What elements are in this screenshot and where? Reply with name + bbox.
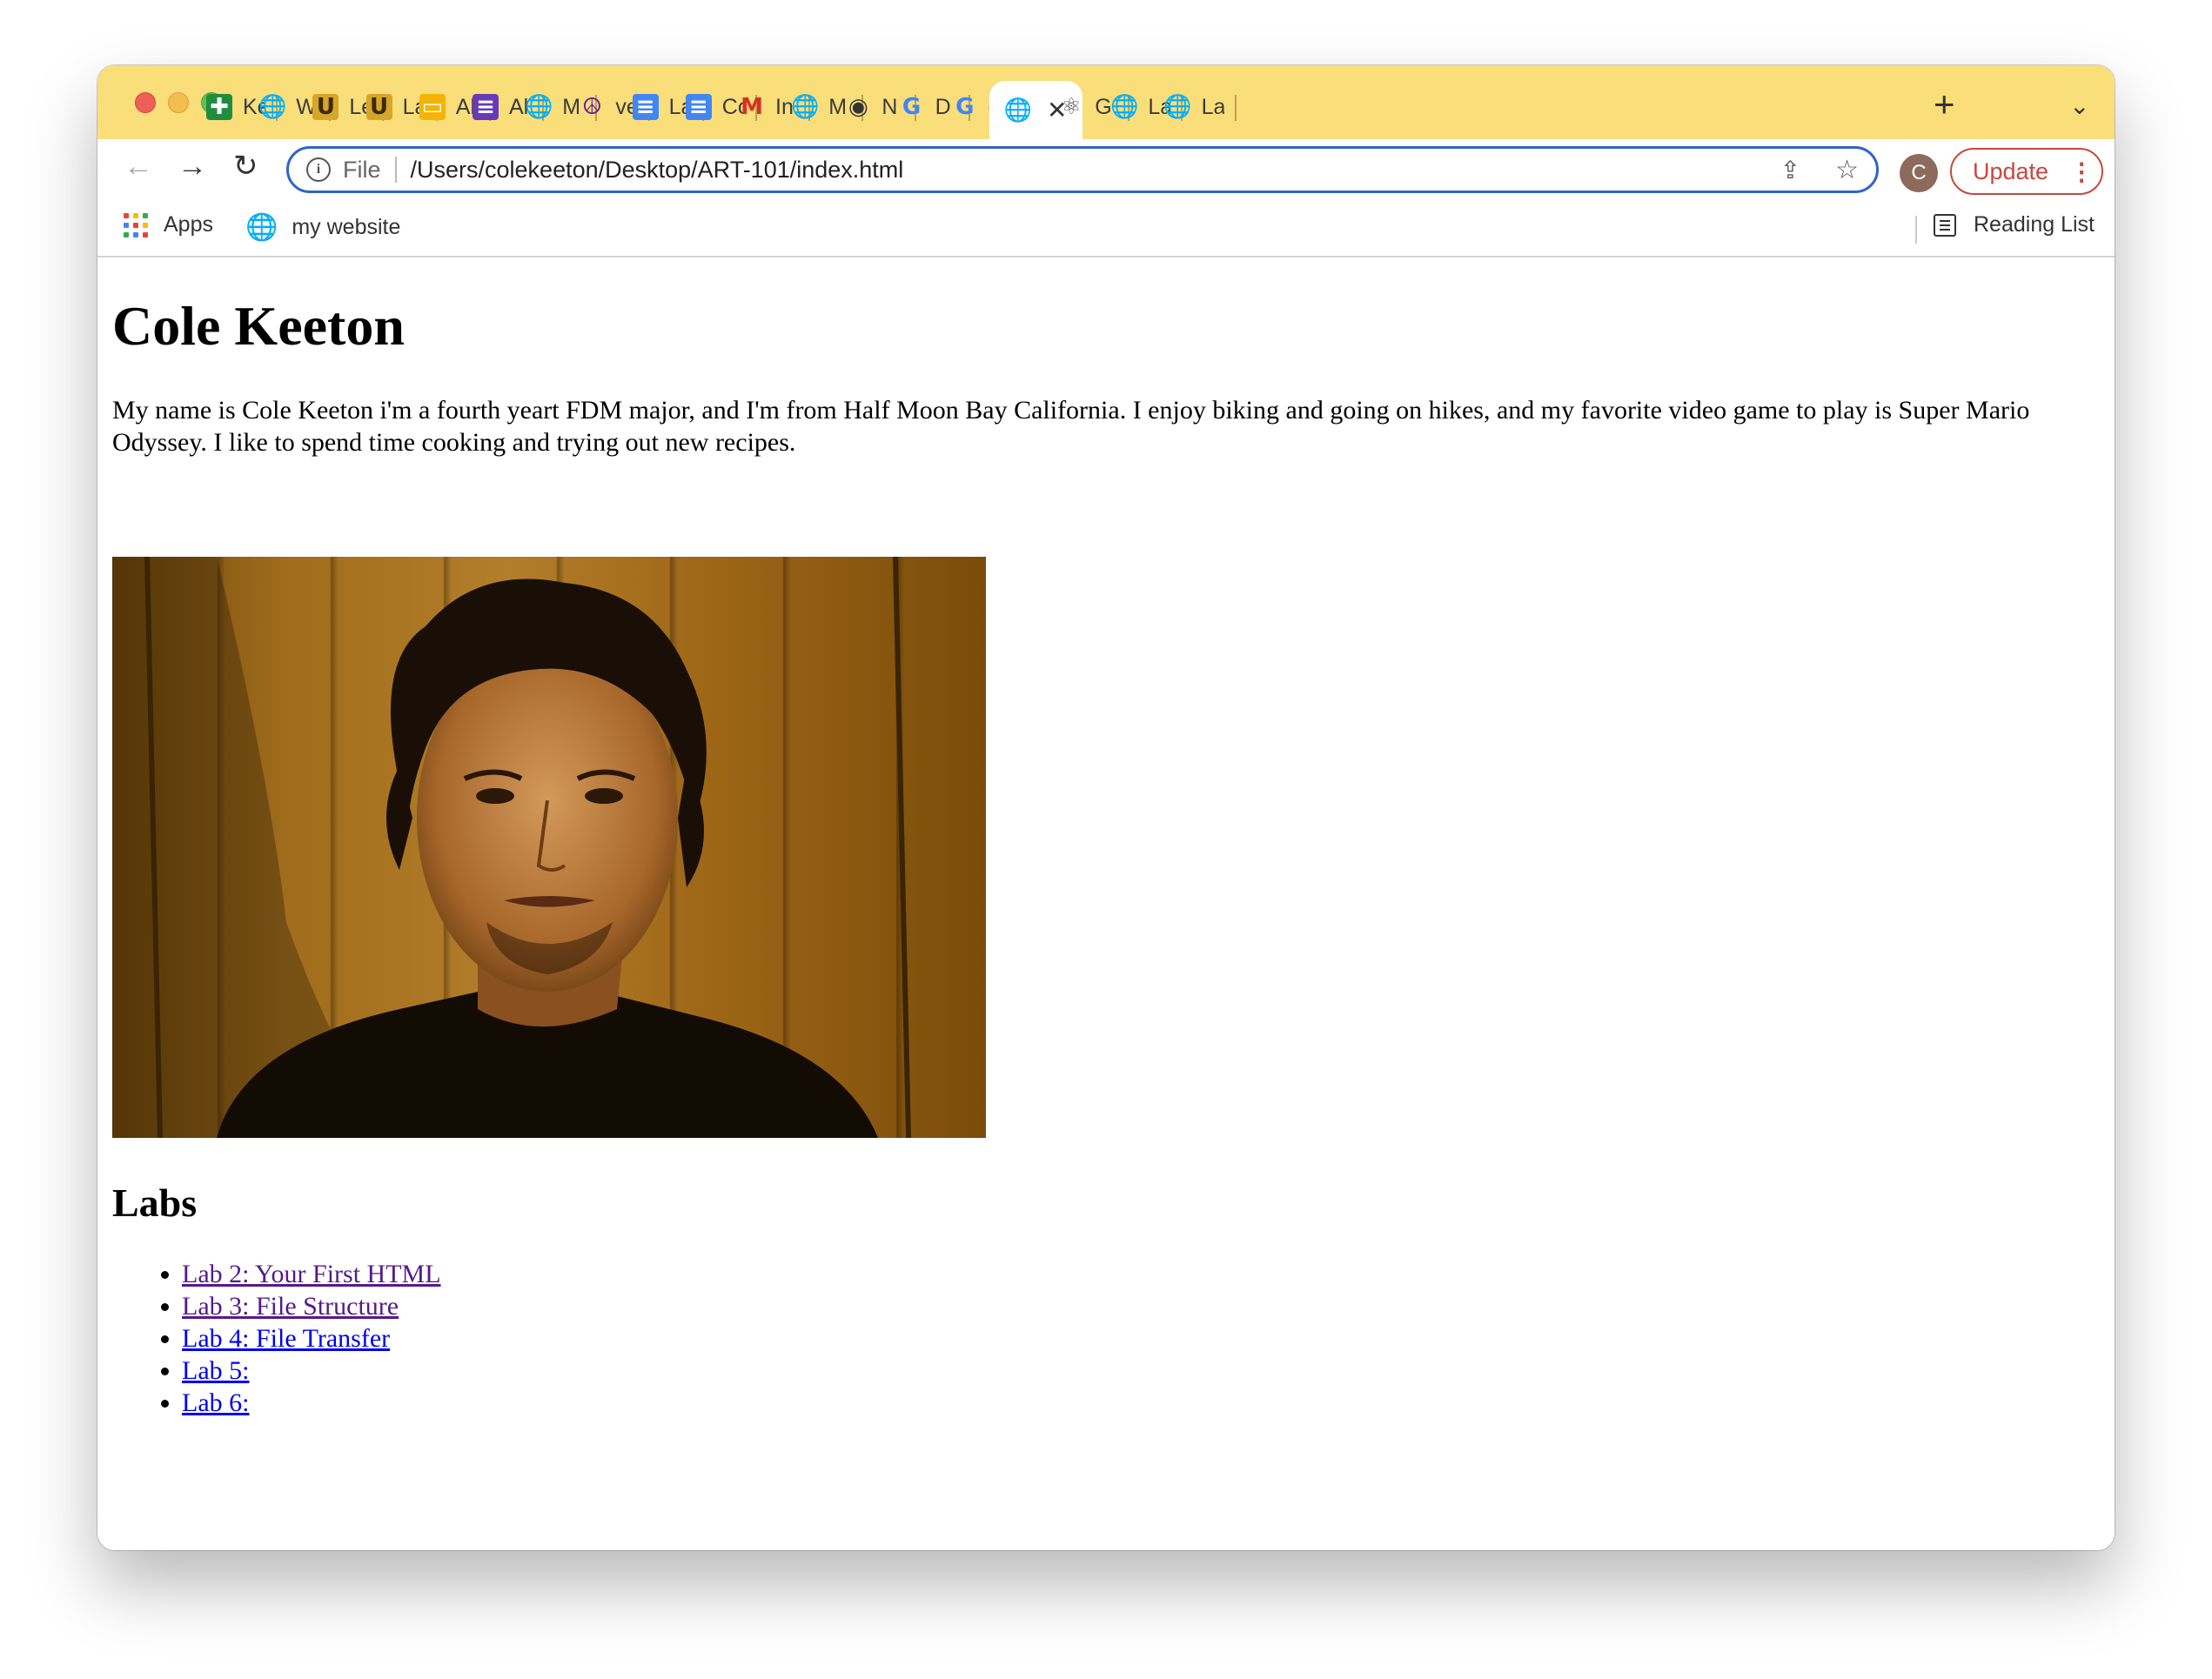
lab-link-4[interactable]: Lab 4: File Transfer <box>182 1324 390 1353</box>
tab-8[interactable]: ≡ La <box>632 81 704 133</box>
labs-list: Lab 2: Your First HTML Lab 3: File Struct… <box>112 1258 441 1419</box>
tab-6[interactable]: 🌐 M <box>525 81 598 133</box>
lab-list-item: Lab 6: <box>182 1387 441 1419</box>
bookmarks-bar: Apps 🌐 my website Reading List <box>97 198 2115 258</box>
globe-icon: 🌐 <box>1003 97 1033 124</box>
profile-avatar[interactable]: C <box>1900 154 1938 192</box>
site-info-icon[interactable]: i <box>306 157 331 182</box>
portrait-illustration <box>112 557 911 1138</box>
globe-icon: 🌐 <box>258 94 287 120</box>
tab-18[interactable]: 🌐 La <box>1163 81 1237 133</box>
tab-12[interactable]: ◉ N <box>845 81 917 133</box>
back-button[interactable]: ← <box>124 151 153 181</box>
tab-strip: ✚Ke🌐WULeULa▭Al≡Al🌐M☮ve≡La≡CoMIn🌐M◉NGDGdi… <box>97 65 2115 139</box>
docs-icon: ≡ <box>632 94 659 120</box>
globe-icon: 🌐 <box>791 94 820 120</box>
close-window-button[interactable] <box>135 92 156 113</box>
lab-list-item: Lab 4: File Transfer <box>182 1322 441 1355</box>
portrait-photo <box>112 557 986 1138</box>
google-icon: G <box>902 94 922 120</box>
globe-icon: 🌐 <box>525 94 553 120</box>
tab-5[interactable]: ≡ Al <box>473 81 544 133</box>
tab-4[interactable]: ▭ Al <box>419 81 491 133</box>
tab-11[interactable]: 🌐 M <box>791 81 864 133</box>
forms-icon: ≡ <box>473 94 499 120</box>
globe-icon: 🌐 <box>245 213 278 242</box>
bookmark-apps[interactable]: Apps <box>124 212 213 237</box>
lab-link-3[interactable]: Lab 3: File Structure <box>182 1292 399 1321</box>
tab-9[interactable]: ≡ Co <box>685 81 757 133</box>
lab-link-5[interactable]: Lab 5: <box>182 1356 249 1385</box>
tab-separator <box>1234 95 1237 121</box>
google-icon: G <box>955 94 975 120</box>
toolbar: ← → ↻ i File /Users/colekeeton/Desktop/A… <box>97 139 2115 198</box>
gmail-icon: M <box>741 94 763 120</box>
page-title: Cole Keeton <box>112 295 405 357</box>
globe-icon: 🌐 <box>1110 94 1139 120</box>
slides-icon: ▭ <box>419 94 446 120</box>
tab-3[interactable]: U La <box>365 81 438 133</box>
page-content: Cole Keeton My name is Cole Keeton i'm a… <box>97 258 2115 1550</box>
reading-list-button[interactable]: Reading List <box>1934 212 2095 237</box>
ucsc-icon: U <box>365 94 392 120</box>
update-label: Update <box>1973 157 2049 184</box>
reload-button[interactable]: ↻ <box>233 151 258 181</box>
lab-list-item: Lab 5: <box>182 1355 441 1387</box>
tab-13[interactable]: GD <box>899 81 970 133</box>
reading-list-icon <box>1934 213 1956 237</box>
more-menu-icon[interactable]: ⋮ <box>2069 157 2094 186</box>
tab-label: La <box>1201 94 1224 119</box>
bookmark-my-website[interactable]: 🌐 my website <box>245 212 400 243</box>
forward-button[interactable]: → <box>178 151 207 181</box>
tab-10[interactable]: M In <box>739 81 810 133</box>
lab-list-item: Lab 2: Your First HTML <box>182 1258 441 1290</box>
lab-link-6[interactable]: Lab 6: <box>182 1388 249 1417</box>
lab-list-item: Lab 3: File Structure <box>182 1290 441 1322</box>
address-scheme: File <box>343 156 381 183</box>
globe-icon: 🌐 <box>1163 94 1192 120</box>
bookmark-star-icon[interactable]: ☆ <box>1835 155 1859 185</box>
bookmark-site-label: my website <box>292 215 401 239</box>
address-url[interactable]: /Users/colekeeton/Desktop/ART-101/index.… <box>411 157 1780 184</box>
github-icon: ◉ <box>848 94 868 120</box>
new-tab-button[interactable]: + <box>1934 86 1955 123</box>
sheets-icon: ✚ <box>206 94 232 120</box>
minimize-window-button[interactable] <box>168 92 189 113</box>
atom-icon: ⚛ <box>1061 94 1082 120</box>
reading-list-label: Reading List <box>1974 212 2095 237</box>
peace-icon: ☮ <box>581 94 603 120</box>
share-icon[interactable]: ⇪ <box>1780 156 1800 184</box>
tab-0[interactable]: ✚ Ke <box>206 81 278 133</box>
lab-link-2[interactable]: Lab 2: Your First HTML <box>182 1260 441 1288</box>
docs-icon: ≡ <box>685 94 712 120</box>
tab-1[interactable]: 🌐 W <box>258 81 332 133</box>
apps-grid-icon <box>124 212 148 237</box>
tab-2[interactable]: U Le <box>312 81 385 133</box>
address-divider <box>394 157 397 183</box>
address-bar[interactable]: i File /Users/colekeeton/Desktop/ART-101… <box>286 146 1879 193</box>
bookmark-apps-label: Apps <box>164 212 213 237</box>
tab-7[interactable]: ☮ ve <box>579 81 651 133</box>
browser-window: ✚Ke🌐WULeULa▭Al≡Al🌐M☮ve≡La≡CoMIn🌐M◉NGDGdi… <box>97 65 2115 1550</box>
bookmarks-separator <box>1915 216 1917 244</box>
bio-paragraph: My name is Cole Keeton i'm a fourth year… <box>112 396 2030 457</box>
update-button[interactable]: Update ⋮ <box>1950 148 2103 195</box>
ucsc-icon: U <box>312 94 339 120</box>
tab-16[interactable]: ⚛ G <box>1058 81 1130 133</box>
tab-17[interactable]: 🌐 La <box>1110 81 1183 133</box>
tab-search-chevron-icon[interactable]: ⌄ <box>2069 91 2089 120</box>
labs-heading: Labs <box>112 1181 198 1225</box>
